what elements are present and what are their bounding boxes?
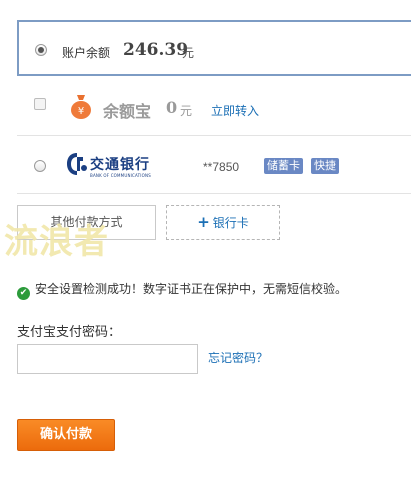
transfer-in-link[interactable]: 立即转入 — [211, 102, 259, 119]
yeb-option[interactable]: ¥ 余额宝 0 元 立即转入 — [17, 78, 411, 136]
money-bag-icon: ¥ — [71, 95, 91, 119]
bank-name-en: BANK OF COMMUNICATIONS — [90, 173, 151, 178]
tag-quick-pay: 快捷 — [311, 158, 339, 174]
balance-option[interactable]: 账户余额 246.39 元 — [17, 20, 411, 76]
money-bag-glyph: ¥ — [78, 106, 84, 117]
password-label: 支付宝支付密码： — [17, 325, 122, 340]
balance-label: 账户余额 — [62, 46, 111, 60]
balance-amount: 246.39 — [123, 40, 189, 60]
bank-logo-icon — [67, 153, 87, 175]
yeb-unit: 元 — [180, 104, 193, 118]
yeb-amount: 0 — [166, 98, 178, 117]
tag-debit-card: 储蓄卡 — [264, 158, 303, 174]
security-message: ✔ 安全设置检测成功！数字证书正在保护中，无需短信校验。 — [17, 280, 347, 300]
yeb-name: 余额宝 — [103, 102, 152, 121]
security-text: 安全设置检测成功！数字证书正在保护中，无需短信校验。 — [35, 282, 348, 296]
other-payment-button[interactable]: 其他付款方式 — [17, 205, 156, 240]
confirm-payment-button[interactable]: 确认付款 — [17, 419, 115, 451]
balance-unit: 元 — [182, 46, 195, 60]
check-icon: ✔ — [17, 287, 30, 300]
bank-logo: 交通银行 BANK OF COMMUNICATIONS — [66, 152, 156, 180]
bank-name-cn: 交通银行 — [90, 157, 150, 173]
bank-card-option[interactable]: 交通银行 BANK OF COMMUNICATIONS **7850 储蓄卡 快… — [17, 136, 411, 194]
card-number: **7850 — [203, 160, 240, 174]
plus-icon: + — [197, 213, 210, 231]
add-bank-card-button[interactable]: + 银行卡 — [166, 205, 280, 240]
add-bank-card-label: 银行卡 — [212, 216, 249, 230]
balance-radio[interactable] — [35, 44, 47, 56]
password-input[interactable] — [17, 344, 198, 374]
yeb-checkbox[interactable] — [34, 98, 46, 110]
bank-radio[interactable] — [34, 160, 46, 172]
forgot-password-link[interactable]: 忘记密码？ — [208, 349, 268, 366]
